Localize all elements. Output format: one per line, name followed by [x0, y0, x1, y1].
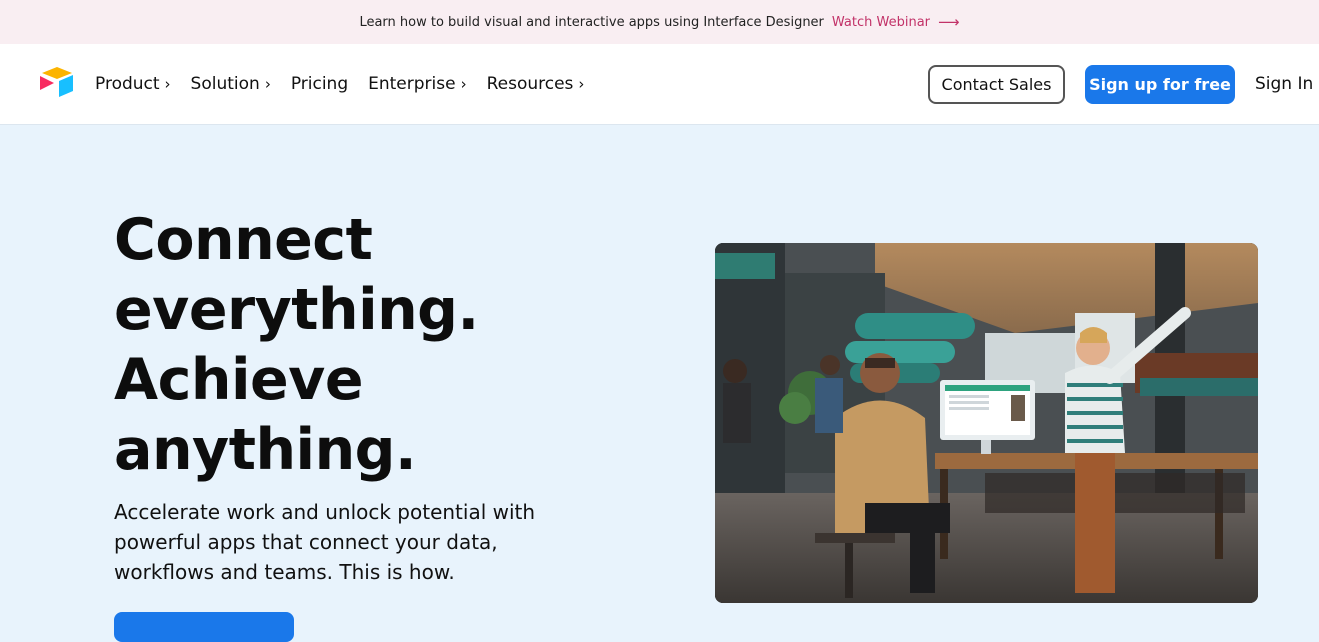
nav-item-pricing[interactable]: Pricing [291, 74, 348, 94]
hero-title: Connect everything. Achieve anything. [114, 205, 674, 485]
nav-item-enterprise[interactable]: Enterprise › [368, 74, 466, 94]
hero-subtitle: Accelerate work and unlock potential wit… [114, 497, 574, 587]
contact-sales-button[interactable]: Contact Sales [928, 65, 1065, 104]
hero-subtitle-line: Accelerate work and unlock potential wit… [114, 500, 536, 524]
watch-webinar-label: Watch Webinar [831, 14, 931, 30]
announcement-banner: Learn how to build visual and interactiv… [0, 0, 1319, 44]
nav-item-label: Solution [190, 74, 260, 94]
banner-message: Learn how to build visual and interactiv… [359, 14, 824, 30]
chevron-right-icon: › [460, 75, 467, 93]
nav-item-label: Resources [486, 74, 574, 94]
long-arrow-right-icon: ⟶ [938, 13, 960, 31]
nav-item-label: Enterprise [368, 74, 456, 94]
hero-title-line: Achieve [114, 347, 364, 413]
nav-item-label: Pricing [290, 74, 349, 94]
hero-title-line: anything. [114, 417, 417, 483]
chevron-right-icon: › [264, 75, 271, 93]
airtable-logo-icon[interactable] [38, 66, 76, 98]
chevron-right-icon: › [578, 75, 585, 93]
nav-item-product[interactable]: Product › [95, 74, 171, 94]
nav-item-resources[interactable]: Resources › [487, 74, 585, 94]
hero-subtitle-line: workflows and teams. This is how. [114, 560, 455, 584]
watch-webinar-link[interactable]: Watch Webinar ⟶ [832, 13, 960, 31]
sign-in-link[interactable]: Sign In [1255, 74, 1313, 94]
nav-item-solution[interactable]: Solution › [191, 74, 271, 94]
hero-cta-button[interactable] [114, 612, 294, 642]
main-navigation: Product › Solution › Pricing Enterprise › R… [0, 44, 1319, 124]
chevron-right-icon: › [164, 75, 171, 93]
hero-subtitle-line: powerful apps that connect your data, [114, 530, 498, 554]
sign-up-button[interactable]: Sign up for free [1085, 65, 1235, 104]
hero-photo [715, 243, 1258, 603]
hero-title-line: everything. [114, 277, 479, 343]
hero-title-line: Connect [114, 207, 373, 273]
nav-item-label: Product [95, 74, 160, 94]
nav-menu: Product › Solution › Pricing Enterprise › R… [95, 44, 584, 124]
hero-photo-illustration [715, 243, 1258, 603]
